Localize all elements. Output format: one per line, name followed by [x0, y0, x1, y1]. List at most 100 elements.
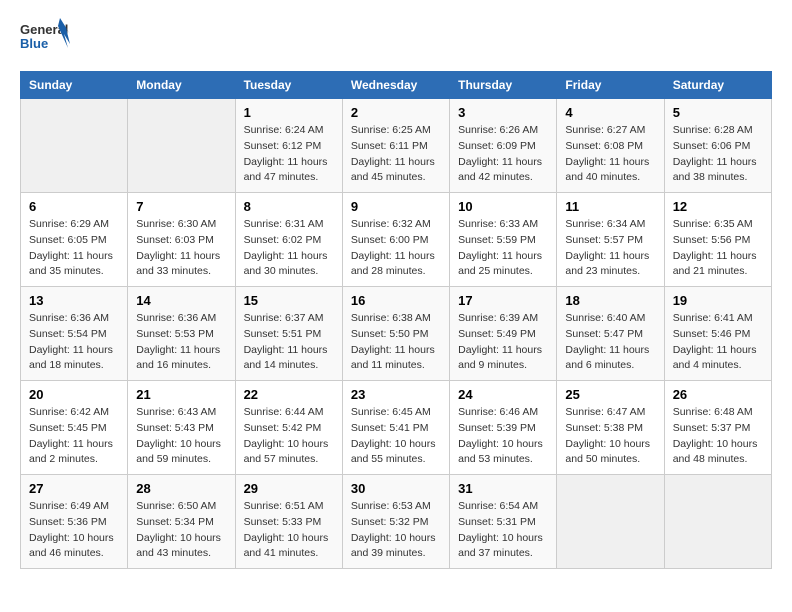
calendar-cell: 24 Sunrise: 6:46 AM Sunset: 5:39 PM Dayli…	[450, 381, 557, 475]
calendar-cell: 13 Sunrise: 6:36 AM Sunset: 5:54 PM Dayli…	[21, 287, 128, 381]
week-row-4: 20Sunrise: 6:42 AM Sunset: 5:45 PM Dayli…	[21, 381, 772, 475]
day-detail: Sunrise: 6:40 AM Sunset: 5:47 PM Dayligh…	[565, 311, 655, 374]
calendar-cell: 3 Sunrise: 6:26 AM Sunset: 6:09 PM Daylig…	[450, 99, 557, 193]
day-detail: Sunrise: 6:35 AM Sunset: 5:56 PM Dayligh…	[673, 217, 763, 280]
calendar-cell: 16 Sunrise: 6:38 AM Sunset: 5:50 PM Dayli…	[342, 287, 449, 381]
calendar-cell: 6 Sunrise: 6:29 AM Sunset: 6:05 PM Daylig…	[21, 193, 128, 287]
calendar-header: SundayMondayTuesdayWednesdayThursdayFrid…	[21, 72, 772, 99]
column-header-wednesday: Wednesday	[342, 72, 449, 99]
calendar-cell: 10 Sunrise: 6:33 AM Sunset: 5:59 PM Dayli…	[450, 193, 557, 287]
day-detail: Sunrise: 6:44 AM Sunset: 5:42 PM Dayligh…	[244, 405, 334, 468]
day-number: 2	[351, 105, 441, 120]
day-number: 7	[136, 199, 226, 214]
day-number: 19	[673, 293, 763, 308]
day-detail: Sunrise: 6:41 AM Sunset: 5:46 PM Dayligh…	[673, 311, 763, 374]
column-header-tuesday: Tuesday	[235, 72, 342, 99]
day-number: 27	[29, 481, 119, 496]
week-row-5: 27 Sunrise: 6:49 AM Sunset: 5:36 PM Dayli…	[21, 475, 772, 569]
calendar-table: SundayMondayTuesdayWednesdayThursdayFrid…	[20, 71, 772, 569]
calendar-cell	[557, 475, 664, 569]
day-number: 9	[351, 199, 441, 214]
day-number: 14	[136, 293, 226, 308]
column-header-sunday: Sunday	[21, 72, 128, 99]
calendar-cell: 22Sunrise: 6:44 AM Sunset: 5:42 PM Dayli…	[235, 381, 342, 475]
calendar-cell: 31 Sunrise: 6:54 AM Sunset: 5:31 PM Dayli…	[450, 475, 557, 569]
column-header-monday: Monday	[128, 72, 235, 99]
calendar-cell: 26 Sunrise: 6:48 AM Sunset: 5:37 PM Dayli…	[664, 381, 771, 475]
calendar-cell: 28 Sunrise: 6:50 AM Sunset: 5:34 PM Dayli…	[128, 475, 235, 569]
day-detail: Sunrise: 6:28 AM Sunset: 6:06 PM Dayligh…	[673, 123, 763, 186]
calendar-cell: 18 Sunrise: 6:40 AM Sunset: 5:47 PM Dayli…	[557, 287, 664, 381]
day-number: 23	[351, 387, 441, 402]
day-detail: Sunrise: 6:32 AM Sunset: 6:00 PM Dayligh…	[351, 217, 441, 280]
week-row-3: 13 Sunrise: 6:36 AM Sunset: 5:54 PM Dayli…	[21, 287, 772, 381]
day-number: 8	[244, 199, 334, 214]
day-number: 1	[244, 105, 334, 120]
calendar-cell: 20Sunrise: 6:42 AM Sunset: 5:45 PM Dayli…	[21, 381, 128, 475]
day-number: 17	[458, 293, 548, 308]
svg-text:Blue: Blue	[20, 36, 48, 51]
day-detail: Sunrise: 6:26 AM Sunset: 6:09 PM Dayligh…	[458, 123, 548, 186]
day-detail: Sunrise: 6:43 AM Sunset: 5:43 PM Dayligh…	[136, 405, 226, 468]
calendar-cell	[664, 475, 771, 569]
header-row: SundayMondayTuesdayWednesdayThursdayFrid…	[21, 72, 772, 99]
calendar-cell: 12 Sunrise: 6:35 AM Sunset: 5:56 PM Dayli…	[664, 193, 771, 287]
calendar-cell: 5 Sunrise: 6:28 AM Sunset: 6:06 PM Daylig…	[664, 99, 771, 193]
day-detail: Sunrise: 6:27 AM Sunset: 6:08 PM Dayligh…	[565, 123, 655, 186]
calendar-cell: 8 Sunrise: 6:31 AM Sunset: 6:02 PM Daylig…	[235, 193, 342, 287]
calendar-cell: 7 Sunrise: 6:30 AM Sunset: 6:03 PM Daylig…	[128, 193, 235, 287]
day-detail: Sunrise: 6:24 AM Sunset: 6:12 PM Dayligh…	[244, 123, 334, 186]
day-detail: Sunrise: 6:36 AM Sunset: 5:54 PM Dayligh…	[29, 311, 119, 374]
calendar-body: 1 Sunrise: 6:24 AM Sunset: 6:12 PM Daylig…	[21, 99, 772, 569]
day-number: 29	[244, 481, 334, 496]
day-detail: Sunrise: 6:54 AM Sunset: 5:31 PM Dayligh…	[458, 499, 548, 562]
calendar-cell: 30Sunrise: 6:53 AM Sunset: 5:32 PM Dayli…	[342, 475, 449, 569]
column-header-thursday: Thursday	[450, 72, 557, 99]
day-detail: Sunrise: 6:33 AM Sunset: 5:59 PM Dayligh…	[458, 217, 548, 280]
day-number: 3	[458, 105, 548, 120]
day-detail: Sunrise: 6:50 AM Sunset: 5:34 PM Dayligh…	[136, 499, 226, 562]
day-detail: Sunrise: 6:45 AM Sunset: 5:41 PM Dayligh…	[351, 405, 441, 468]
calendar-cell	[21, 99, 128, 193]
calendar-cell: 14 Sunrise: 6:36 AM Sunset: 5:53 PM Dayli…	[128, 287, 235, 381]
day-detail: Sunrise: 6:49 AM Sunset: 5:36 PM Dayligh…	[29, 499, 119, 562]
day-number: 10	[458, 199, 548, 214]
day-detail: Sunrise: 6:25 AM Sunset: 6:11 PM Dayligh…	[351, 123, 441, 186]
day-detail: Sunrise: 6:29 AM Sunset: 6:05 PM Dayligh…	[29, 217, 119, 280]
calendar-cell: 1 Sunrise: 6:24 AM Sunset: 6:12 PM Daylig…	[235, 99, 342, 193]
calendar-cell	[128, 99, 235, 193]
day-detail: Sunrise: 6:36 AM Sunset: 5:53 PM Dayligh…	[136, 311, 226, 374]
day-detail: Sunrise: 6:34 AM Sunset: 5:57 PM Dayligh…	[565, 217, 655, 280]
day-detail: Sunrise: 6:37 AM Sunset: 5:51 PM Dayligh…	[244, 311, 334, 374]
day-number: 21	[136, 387, 226, 402]
week-row-2: 6 Sunrise: 6:29 AM Sunset: 6:05 PM Daylig…	[21, 193, 772, 287]
day-number: 30	[351, 481, 441, 496]
day-number: 16	[351, 293, 441, 308]
calendar-cell: 2 Sunrise: 6:25 AM Sunset: 6:11 PM Daylig…	[342, 99, 449, 193]
day-detail: Sunrise: 6:39 AM Sunset: 5:49 PM Dayligh…	[458, 311, 548, 374]
day-number: 24	[458, 387, 548, 402]
column-header-saturday: Saturday	[664, 72, 771, 99]
calendar-cell: 15Sunrise: 6:37 AM Sunset: 5:51 PM Dayli…	[235, 287, 342, 381]
day-detail: Sunrise: 6:38 AM Sunset: 5:50 PM Dayligh…	[351, 311, 441, 374]
calendar-cell: 25Sunrise: 6:47 AM Sunset: 5:38 PM Dayli…	[557, 381, 664, 475]
day-number: 31	[458, 481, 548, 496]
calendar-cell: 11Sunrise: 6:34 AM Sunset: 5:57 PM Dayli…	[557, 193, 664, 287]
day-detail: Sunrise: 6:47 AM Sunset: 5:38 PM Dayligh…	[565, 405, 655, 468]
day-detail: Sunrise: 6:46 AM Sunset: 5:39 PM Dayligh…	[458, 405, 548, 468]
day-number: 28	[136, 481, 226, 496]
day-detail: Sunrise: 6:30 AM Sunset: 6:03 PM Dayligh…	[136, 217, 226, 280]
day-detail: Sunrise: 6:48 AM Sunset: 5:37 PM Dayligh…	[673, 405, 763, 468]
calendar-cell: 21 Sunrise: 6:43 AM Sunset: 5:43 PM Dayli…	[128, 381, 235, 475]
calendar-cell: 29Sunrise: 6:51 AM Sunset: 5:33 PM Dayli…	[235, 475, 342, 569]
day-number: 12	[673, 199, 763, 214]
day-detail: Sunrise: 6:31 AM Sunset: 6:02 PM Dayligh…	[244, 217, 334, 280]
calendar-cell: 23 Sunrise: 6:45 AM Sunset: 5:41 PM Dayli…	[342, 381, 449, 475]
day-number: 5	[673, 105, 763, 120]
calendar-cell: 9 Sunrise: 6:32 AM Sunset: 6:00 PM Daylig…	[342, 193, 449, 287]
day-number: 18	[565, 293, 655, 308]
day-number: 6	[29, 199, 119, 214]
day-number: 13	[29, 293, 119, 308]
day-number: 26	[673, 387, 763, 402]
week-row-1: 1 Sunrise: 6:24 AM Sunset: 6:12 PM Daylig…	[21, 99, 772, 193]
